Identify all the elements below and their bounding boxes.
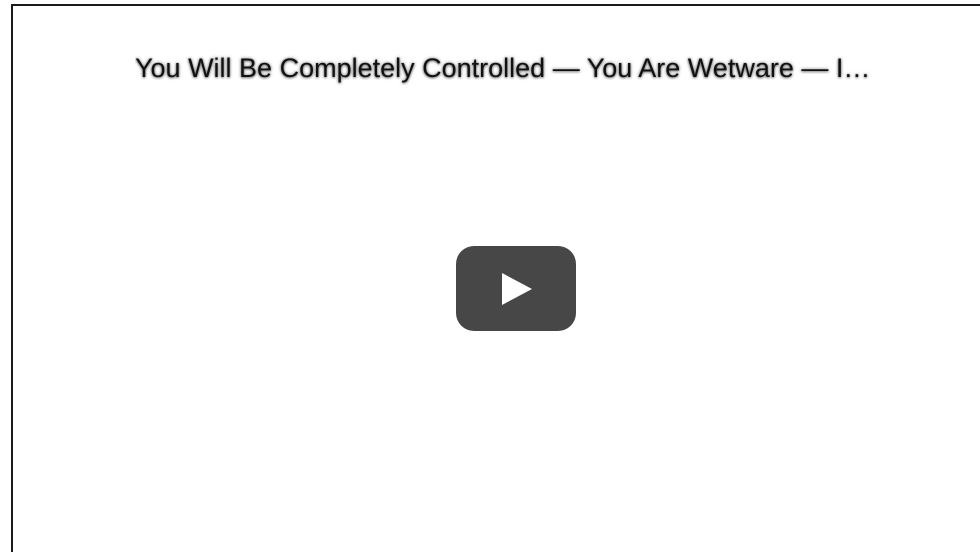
- embedded-video-page: You Will Be Completely Controlled — You …: [0, 0, 980, 552]
- video-title[interactable]: You Will Be Completely Controlled — You …: [135, 48, 980, 88]
- video-player[interactable]: You Will Be Completely Controlled — You …: [11, 4, 980, 552]
- play-button[interactable]: [456, 246, 576, 331]
- play-icon: [498, 271, 534, 307]
